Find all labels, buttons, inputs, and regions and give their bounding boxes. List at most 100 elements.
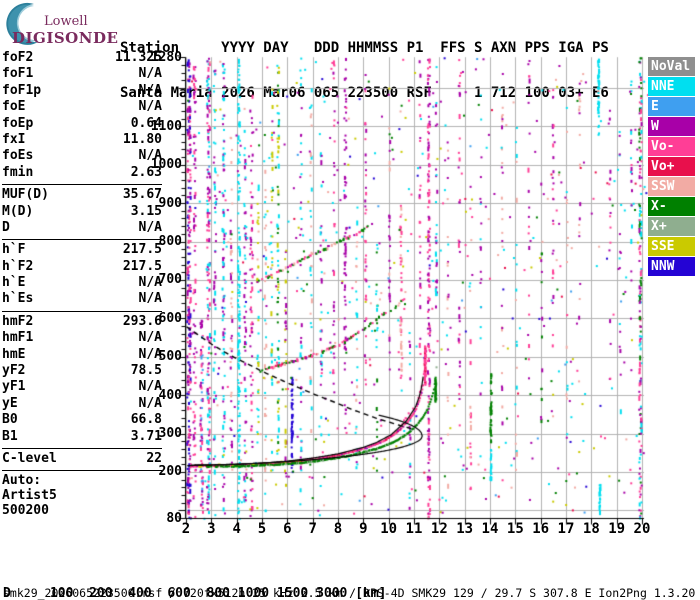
x-tick-9: 9 (359, 521, 368, 537)
x-tick-10: 10 (380, 521, 398, 537)
param-label: fmin (2, 164, 34, 180)
param-label: foEp (2, 115, 34, 131)
param-label: yF1 (2, 379, 26, 395)
x-tick-19: 19 (608, 521, 626, 537)
legend-item-vo: Vo- (648, 137, 695, 156)
legend-item-vo: Vo+ (648, 157, 695, 176)
param-label: hmE (2, 346, 26, 362)
legend-item-noval: NoVal (648, 57, 695, 76)
y-tick-1100: 1100 (150, 118, 182, 134)
param-row-yf2: yF2 78.5 (2, 363, 162, 379)
x-tick-20: 20 (633, 521, 651, 537)
param-label: B1 (2, 428, 18, 444)
param-label: h`Es (2, 291, 34, 307)
logo-text-lowell: Lowell (44, 14, 88, 29)
status-bar: smk29_2026065223500.rsf / 720fx512h 25 k… (3, 586, 696, 600)
panel-divider (2, 447, 162, 449)
y-tick-400: 400 (158, 387, 182, 403)
param-row-hf: h`F 217.5 (2, 242, 162, 258)
legend-item-nne: NNE (648, 77, 695, 96)
legend-item-x: X+ (648, 217, 695, 236)
y-tick-300: 300 (158, 426, 182, 442)
param-row-hf2: h`F2 217.5 (2, 259, 162, 275)
autoscaling-line: Auto: (2, 473, 42, 489)
autoscaling-line: Artist5 (2, 488, 57, 504)
param-value: N/A (138, 66, 162, 82)
x-tick-15: 15 (506, 521, 524, 537)
param-label: fxI (2, 131, 26, 147)
param-row-md: M(D) 3.15 (2, 204, 162, 220)
x-tick-4: 4 (232, 521, 241, 537)
x-tick-18: 18 (582, 521, 600, 537)
x-tick-2: 2 (181, 521, 191, 537)
param-row-hmf2: hmF2 293.6 (2, 314, 162, 330)
x-tick-13: 13 (456, 521, 474, 537)
y-tick-600: 600 (158, 310, 182, 326)
param-row-b1: B1 3.71 (2, 429, 162, 445)
param-value: N/A (138, 330, 162, 346)
legend-item-ssw: SSW (648, 177, 695, 196)
x-tick-7: 7 (308, 521, 317, 537)
x-tick-12: 12 (430, 521, 448, 537)
panel-divider (2, 239, 162, 241)
param-label: C-level (2, 450, 57, 466)
param-row-hes: h`Es N/A (2, 291, 162, 307)
param-row-fof2: foF2 11.325 (2, 50, 162, 66)
param-row-foep: foEp 0.64 (2, 116, 162, 132)
lowell-digisonde-logo: Lowell DIGISONDE (4, 2, 119, 50)
x-tick-6: 6 (283, 521, 292, 537)
param-label: foF2 (2, 50, 34, 65)
param-row-hmf1: hmF1 N/A (2, 330, 162, 346)
legend-item-w: W (648, 117, 695, 136)
x-tick-5: 5 (257, 521, 267, 537)
panel-divider (2, 184, 162, 186)
param-row-d: D N/A (2, 220, 162, 236)
doppler-direction-legend: NoVal NNE E W Vo- Vo+ SSW X- X+ SSE NNW (648, 57, 695, 277)
x-tick-3: 3 (207, 521, 216, 537)
param-label: foF1p (2, 82, 42, 98)
y-tick-500: 500 (158, 349, 182, 365)
param-label: D (2, 219, 10, 235)
param-row-he: h`E N/A (2, 275, 162, 291)
param-row-fxi: fxI 11.80 (2, 132, 162, 148)
param-row-b0: B0 66.8 (2, 412, 162, 428)
param-value: 11.80 (122, 131, 162, 147)
param-value: 78.5 (130, 363, 162, 379)
param-row-fof1p: foF1p N/A (2, 83, 162, 99)
param-label: hmF1 (2, 330, 34, 346)
x-tick-16: 16 (532, 521, 550, 537)
param-label: h`F2 (2, 258, 34, 274)
param-row-mufd: MUF(D) 35.67 (2, 187, 162, 203)
ionogram-plot (170, 50, 648, 532)
logo-text-digisonde: DIGISONDE (12, 29, 119, 47)
param-row-yf1: yF1 N/A (2, 379, 162, 395)
param-row-hme: hmE N/A (2, 347, 162, 363)
param-label: M(D) (2, 203, 34, 219)
param-value: N/A (138, 82, 162, 98)
param-value: N/A (138, 99, 162, 115)
param-label: B0 (2, 412, 18, 428)
parameter-panel: foF2 11.325 foF1 N/A foF1p N/A foE N/A foEp 0.64 f… (2, 50, 162, 518)
legend-item-e: E (648, 97, 695, 116)
param-label: h`E (2, 275, 26, 291)
param-label: foF1 (2, 66, 34, 82)
param-label: yE (2, 395, 18, 411)
param-row-foes: foEs N/A (2, 148, 162, 164)
autoscaling-info: Auto: Artist5 500200 (2, 473, 162, 518)
param-label: foE (2, 99, 26, 115)
y-tick-800: 800 (158, 234, 182, 250)
param-label: hmF2 (2, 313, 34, 329)
param-value: N/A (138, 291, 162, 307)
x-tick-11: 11 (405, 521, 423, 537)
legend-item-nnw: NNW (648, 257, 695, 276)
param-row-foe: foE N/A (2, 99, 162, 115)
y-tick-1000: 1000 (150, 157, 182, 173)
param-label: yF2 (2, 363, 26, 379)
panel-divider (2, 470, 162, 472)
panel-divider (2, 310, 162, 312)
digisonde-ionogram-window: Lowell DIGISONDE Station YYYY DAY DDD HH… (0, 0, 700, 600)
y-tick-900: 900 (158, 195, 182, 211)
x-tick-8: 8 (333, 521, 343, 537)
x-tick-17: 17 (557, 521, 575, 537)
legend-item-sse: SSE (648, 237, 695, 256)
